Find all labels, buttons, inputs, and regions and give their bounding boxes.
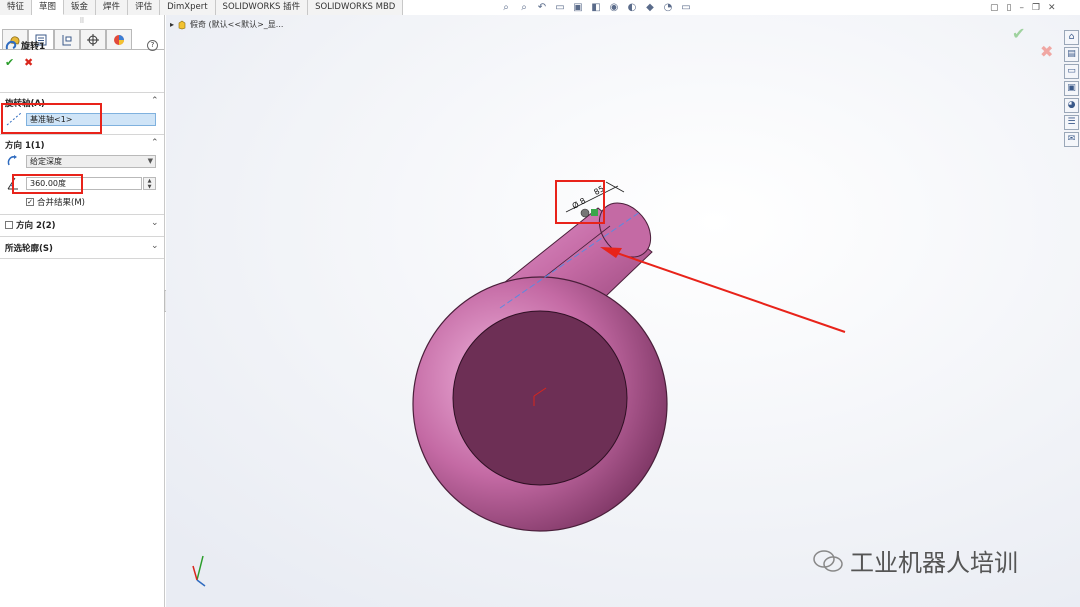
tab-features[interactable]: 特征 <box>0 0 33 15</box>
tab-sheet-metal[interactable]: 钣金 <box>64 0 97 15</box>
divider <box>0 236 164 237</box>
file-explorer-icon[interactable]: ▭ <box>1064 64 1079 79</box>
end-condition-select[interactable]: 给定深度 ▼ <box>26 155 156 168</box>
merge-checkbox-box[interactable]: ✓ <box>26 198 34 206</box>
minimize-icon[interactable]: ▯ <box>1007 3 1012 13</box>
chevron-up-icon[interactable]: ⌃ <box>151 138 159 148</box>
watermark-text: 工业机器人培训 <box>850 549 1018 577</box>
chevron-down-icon: ▼ <box>147 157 153 165</box>
configuration-manager-icon[interactable] <box>54 29 80 49</box>
feature-name: 旋转1 <box>21 42 46 52</box>
tab-dimxpert[interactable]: DimXpert <box>160 0 216 15</box>
restore-icon[interactable]: ▢ <box>990 3 999 13</box>
divider <box>0 134 164 135</box>
panel-grip[interactable]: ⠿ <box>0 15 164 27</box>
view-settings-icon[interactable]: ▭ <box>680 2 692 14</box>
direction2-toggle[interactable]: 方向 2(2) <box>5 219 56 231</box>
previous-view-icon[interactable]: ↶ <box>536 2 548 14</box>
appearances-icon[interactable]: ◕ <box>1064 98 1079 113</box>
revolve-icon <box>5 40 17 49</box>
breadcrumb[interactable]: ▸ 假奇 (默认<<默认>_显... <box>170 19 283 30</box>
breadcrumb-text: 假奇 (默认<<默认>_显... <box>190 20 284 29</box>
custom-properties-icon[interactable]: ☰ <box>1064 115 1079 130</box>
tab-weldments[interactable]: 焊件 <box>96 0 129 15</box>
chevron-right-icon: ▸ <box>170 20 175 29</box>
ok-button[interactable]: ✔ <box>5 56 14 69</box>
zoom-area-icon[interactable]: ⌕ <box>518 2 530 14</box>
tab-mbd[interactable]: SOLIDWORKS MBD <box>308 0 404 15</box>
tab-evaluate[interactable]: 评估 <box>128 0 161 15</box>
annotation-box-angle <box>12 174 83 194</box>
direction2-title: 方向 2(2) <box>16 221 56 231</box>
divider <box>0 214 164 215</box>
chevron-down-icon[interactable]: ⌄ <box>151 241 159 251</box>
angle-spinner[interactable]: ▲ ▼ <box>143 177 156 190</box>
hide-show-icon[interactable]: ◐ <box>626 2 638 14</box>
chevron-up-icon[interactable]: ⌃ <box>151 96 159 106</box>
window-controls: ▢ ▯ – ❐ ✕ <box>990 3 1056 13</box>
help-icon[interactable]: ? <box>147 40 158 51</box>
dynamic-annotation-icon[interactable]: ▣ <box>572 2 584 14</box>
annotation-box-dimension <box>555 180 605 224</box>
direction1-section-title: 方向 1(1) <box>5 141 45 151</box>
forum-icon[interactable]: ✉ <box>1064 132 1079 147</box>
minimize-window-icon[interactable]: – <box>1019 3 1024 13</box>
merge-result-checkbox[interactable]: ✓ 合并结果(M) <box>26 196 85 208</box>
end-condition-value: 给定深度 <box>30 157 62 166</box>
zoom-to-fit-icon[interactable]: ⌕ <box>500 2 512 14</box>
display-manager-icon[interactable] <box>106 29 132 49</box>
view-palette-icon[interactable]: ▣ <box>1064 81 1079 96</box>
model-view <box>166 15 1080 607</box>
display-style-icon[interactable]: ◉ <box>608 2 620 14</box>
merge-label: 合并结果(M) <box>37 198 85 208</box>
view-orientation-icon[interactable]: ◧ <box>590 2 602 14</box>
cancel-button[interactable]: ✖ <box>24 56 33 69</box>
maximize-icon[interactable]: ❐ <box>1032 3 1040 13</box>
annotation-box-axis <box>1 103 102 134</box>
dimxpert-icon[interactable] <box>80 29 106 49</box>
volute-face <box>452 310 628 486</box>
scene-icon[interactable]: ◔ <box>662 2 674 14</box>
task-pane: ⌂ ▤ ▭ ▣ ◕ ☰ ✉ <box>1064 30 1080 147</box>
confirm-corner-ok[interactable]: ✔ <box>1012 24 1025 43</box>
command-manager-tabs: 特征 草图 钣金 焊件 评估 DimXpert SOLIDWORKS 插件 SO… <box>0 0 404 15</box>
home-icon[interactable]: ⌂ <box>1064 30 1079 45</box>
direction2-checkbox[interactable] <box>5 221 13 229</box>
divider <box>0 258 164 259</box>
heads-up-toolbar: ⌕ ⌕ ↶ ▭ ▣ ◧ ◉ ◐ ◆ ◔ ▭ <box>500 2 692 14</box>
edit-appearance-icon[interactable]: ◆ <box>644 2 656 14</box>
confirm-corner-cancel[interactable]: ✖ <box>1040 42 1053 61</box>
tab-addins[interactable]: SOLIDWORKS 插件 <box>215 0 309 15</box>
wechat-icon <box>813 549 843 572</box>
parts-library-icon[interactable]: ▤ <box>1064 47 1079 62</box>
feature-title: 旋转1 <box>5 39 45 52</box>
watermark: 工业机器人培训 <box>812 543 1018 578</box>
tab-sketch[interactable]: 草图 <box>32 0 65 15</box>
section-view-icon[interactable]: ▭ <box>554 2 566 14</box>
close-icon[interactable]: ✕ <box>1048 3 1056 13</box>
contours-section-title: 所选轮廓(S) <box>5 244 53 254</box>
reverse-direction-icon[interactable] <box>6 154 20 168</box>
part-icon <box>178 20 186 29</box>
divider <box>0 92 164 93</box>
chevron-down-icon[interactable]: ⌄ <box>151 218 159 228</box>
graphics-area[interactable] <box>166 15 1080 607</box>
